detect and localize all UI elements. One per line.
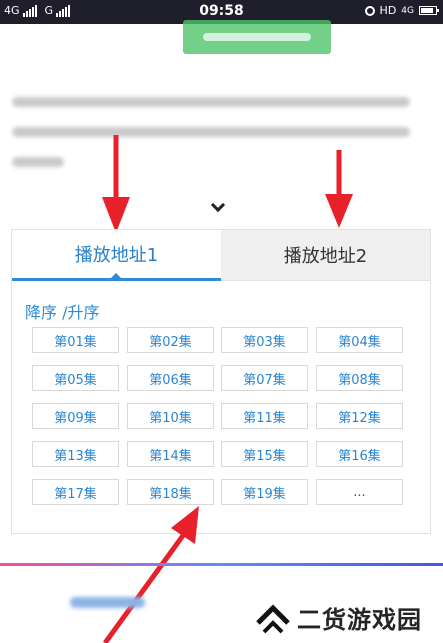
blurred-link[interactable] [70, 597, 145, 608]
episode-button[interactable]: 第02集 [127, 327, 214, 353]
download-button[interactable] [183, 20, 331, 54]
active-tab-pointer [109, 273, 123, 280]
status-bar-right: HD 4G [364, 4, 439, 17]
red-arrow-episode [102, 506, 199, 643]
episode-button[interactable]: 第11集 [221, 403, 308, 429]
source-tabs: 播放地址1 播放地址2 [12, 230, 430, 281]
brand-name: 二货游戏园 [297, 606, 422, 634]
blurred-button-text [203, 33, 311, 41]
episode-button[interactable]: 第16集 [316, 441, 403, 467]
chevron-down-icon[interactable] [210, 197, 226, 213]
episode-button[interactable]: 第13集 [32, 441, 119, 467]
tab-source-2[interactable]: 播放地址2 [221, 230, 430, 281]
episode-button[interactable]: 第08集 [316, 365, 403, 391]
episode-button[interactable]: 第03集 [221, 327, 308, 353]
episode-button[interactable]: 第07集 [221, 365, 308, 391]
brand-watermark: 二货游戏园 [255, 597, 441, 637]
more-episodes-button[interactable]: ... [316, 479, 403, 505]
episode-button[interactable]: 第15集 [221, 441, 308, 467]
battery-icon [419, 6, 439, 15]
red-arrow-tab1 [102, 135, 130, 233]
double-chevron-up-icon [256, 604, 290, 634]
episode-button[interactable]: 第09集 [32, 403, 119, 429]
episode-button[interactable]: 第19集 [221, 479, 308, 505]
hd-label: HD [379, 4, 397, 17]
network-label-3: 4G [401, 5, 414, 16]
episode-button[interactable]: 第14集 [127, 441, 214, 467]
red-arrow-tab2 [325, 150, 353, 228]
alarm-icon [364, 5, 375, 16]
episode-button[interactable]: 第06集 [127, 365, 214, 391]
episode-button[interactable]: 第10集 [127, 403, 214, 429]
episode-button[interactable]: 第01集 [32, 327, 119, 353]
episode-panel: 播放地址1 播放地址2 降序 /升序 第01集 第02集 第03集 第04集 第… [11, 229, 431, 534]
episode-button[interactable]: 第04集 [316, 327, 403, 353]
sort-toggle[interactable]: 降序 /升序 [25, 299, 99, 323]
section-divider [0, 563, 443, 566]
episode-button[interactable]: 第05集 [32, 365, 119, 391]
episode-button[interactable]: 第12集 [316, 403, 403, 429]
